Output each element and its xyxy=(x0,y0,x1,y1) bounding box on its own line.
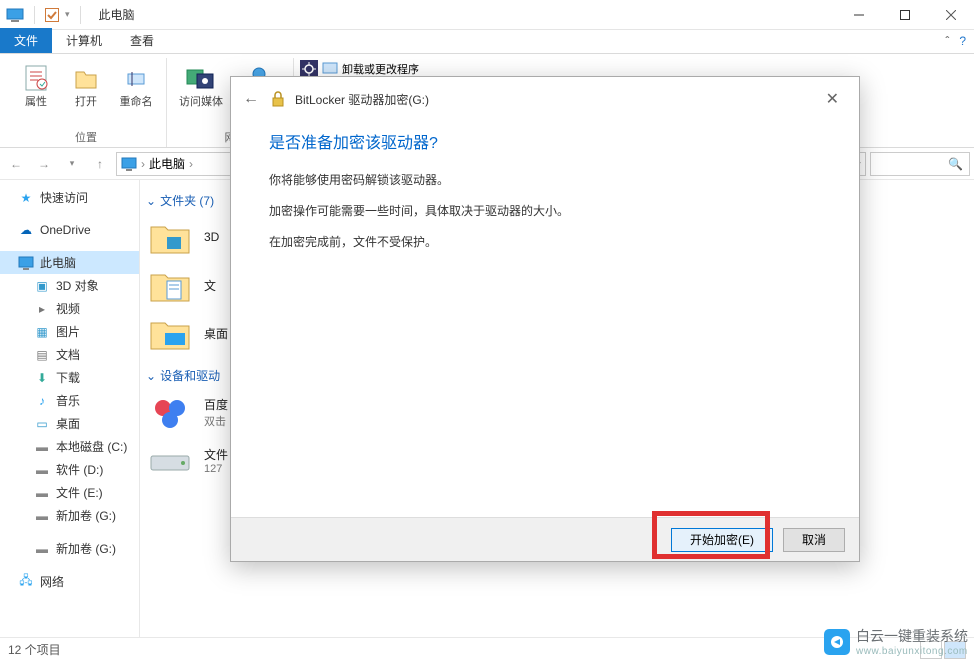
tab-computer[interactable]: 计算机 xyxy=(52,28,116,53)
breadcrumb-this-pc[interactable]: 此电脑 xyxy=(149,155,185,172)
bitlocker-dialog: ← BitLocker 驱动器加密(G:) ✕ 是否准备加密该驱动器? 你将能够… xyxy=(230,76,860,562)
ribbon-tabs: 文件 计算机 查看 ˆ ? xyxy=(0,30,974,54)
tree-network[interactable]: 🖧网络 xyxy=(0,570,139,593)
pc-icon xyxy=(6,8,24,22)
properties-button[interactable]: 属性 xyxy=(12,58,60,109)
group-location-label: 位置 xyxy=(75,129,97,145)
title-bar: ▾ 此电脑 xyxy=(0,0,974,30)
dialog-text-1: 你将能够使用密码解锁该驱动器。 xyxy=(269,171,821,188)
right-info-pane: B xyxy=(854,360,974,637)
drive-icon: ▬ xyxy=(34,508,50,524)
tab-view[interactable]: 查看 xyxy=(116,28,168,53)
cube-icon: ▣ xyxy=(34,278,50,294)
start-encryption-button[interactable]: 开始加密(E) xyxy=(671,528,773,552)
dialog-text-3: 在加密完成前，文件不受保护。 xyxy=(269,233,821,250)
chevron-down-icon: ⌄ xyxy=(146,194,156,208)
dialog-back-button[interactable]: ← xyxy=(243,90,259,108)
tree-file-e[interactable]: ▬文件 (E:) xyxy=(0,481,139,504)
help-icon[interactable]: ? xyxy=(959,34,966,48)
tree-desktop[interactable]: ▭桌面 xyxy=(0,412,139,435)
dialog-close-button[interactable]: ✕ xyxy=(818,85,847,113)
tree-local-c[interactable]: ▬本地磁盘 (C:) xyxy=(0,435,139,458)
tree-quick-access[interactable]: ★快速访问 xyxy=(0,186,139,209)
network-icon: 🖧 xyxy=(18,574,34,590)
drive-icon: ▬ xyxy=(34,485,50,501)
video-icon: ▸ xyxy=(34,301,50,317)
access-media-button[interactable]: 访问媒体 xyxy=(173,58,229,122)
search-box[interactable]: 🔍 xyxy=(870,152,970,176)
tree-3d-objects[interactable]: ▣3D 对象 xyxy=(0,274,139,297)
drive-icon: ▬ xyxy=(34,439,50,455)
navigation-tree: ★快速访问 ☁OneDrive 此电脑 ▣3D 对象 ▸视频 ▦图片 ▤文档 ⬇… xyxy=(0,180,140,637)
close-button[interactable] xyxy=(928,0,974,30)
dialog-text-2: 加密操作可能需要一些时间，具体取决于驱动器的大小。 xyxy=(269,202,821,219)
status-item-count: 12 个项目 xyxy=(8,641,61,658)
checkbox-icon[interactable] xyxy=(45,8,59,22)
desktop-icon: ▭ xyxy=(34,416,50,432)
tree-downloads[interactable]: ⬇下载 xyxy=(0,366,139,389)
ribbon-collapse-icon[interactable]: ˆ xyxy=(945,34,949,48)
tree-this-pc[interactable]: 此电脑 xyxy=(0,251,139,274)
tree-vol-g1[interactable]: ▬新加卷 (G:) xyxy=(0,504,139,527)
drive-icon: ▬ xyxy=(34,541,50,557)
monitor-icon xyxy=(322,61,338,77)
music-icon: ♪ xyxy=(34,393,50,409)
nav-back-button[interactable]: ← xyxy=(4,152,28,176)
dialog-title: BitLocker 驱动器加密(G:) xyxy=(295,91,429,108)
dialog-heading: 是否准备加密该驱动器? xyxy=(269,129,821,153)
watermark-logo-icon xyxy=(824,629,850,655)
breadcrumb-sep: › xyxy=(189,157,193,171)
tab-file[interactable]: 文件 xyxy=(0,28,52,53)
watermark-url: www.baiyunxitong.com xyxy=(856,646,968,657)
window-title: 此电脑 xyxy=(85,6,135,23)
nav-forward-button[interactable]: → xyxy=(32,152,56,176)
rename-button[interactable]: 重命名 xyxy=(112,58,160,109)
search-icon: 🔍 xyxy=(948,157,963,171)
nav-up-button[interactable]: ↑ xyxy=(88,152,112,176)
download-icon: ⬇ xyxy=(34,370,50,386)
cloud-icon: ☁ xyxy=(18,222,34,238)
drive-icon: ▬ xyxy=(34,462,50,478)
tree-documents[interactable]: ▤文档 xyxy=(0,343,139,366)
tree-onedrive[interactable]: ☁OneDrive xyxy=(0,219,139,241)
watermark-text: 白云一键重装系统 xyxy=(856,626,968,646)
qat-dropdown-icon[interactable]: ▾ xyxy=(65,9,70,20)
tree-pictures[interactable]: ▦图片 xyxy=(0,320,139,343)
lock-icon xyxy=(269,90,287,108)
cancel-button[interactable]: 取消 xyxy=(783,528,845,552)
watermark: 白云一键重装系统 www.baiyunxitong.com xyxy=(824,626,968,657)
maximize-button[interactable] xyxy=(882,0,928,30)
tree-videos[interactable]: ▸视频 xyxy=(0,297,139,320)
minimize-button[interactable] xyxy=(836,0,882,30)
breadcrumb-sep: › xyxy=(141,157,145,171)
picture-icon: ▦ xyxy=(34,324,50,340)
chevron-down-icon: ⌄ xyxy=(146,369,156,383)
quick-access-toolbar: ▾ xyxy=(0,6,85,24)
document-icon: ▤ xyxy=(34,347,50,363)
pc-icon xyxy=(121,157,137,171)
tree-vol-g2[interactable]: ▬新加卷 (G:) xyxy=(0,537,139,560)
tree-soft-d[interactable]: ▬软件 (D:) xyxy=(0,458,139,481)
tree-music[interactable]: ♪音乐 xyxy=(0,389,139,412)
star-icon: ★ xyxy=(18,190,34,206)
nav-recent-icon[interactable]: ▾ xyxy=(60,152,84,176)
open-button[interactable]: 打开 xyxy=(62,58,110,109)
pc-icon xyxy=(18,255,34,271)
